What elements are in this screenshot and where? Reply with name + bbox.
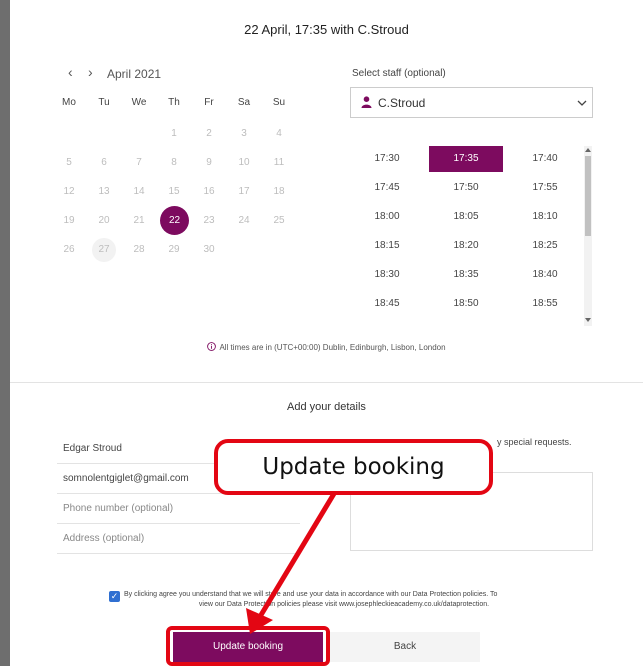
annotation-arrow-icon [246,489,338,634]
annotation-callout: Update booking [214,439,493,495]
booking-panel: 22 April, 17:35 with C.Stroud ‹ › April … [10,0,643,666]
